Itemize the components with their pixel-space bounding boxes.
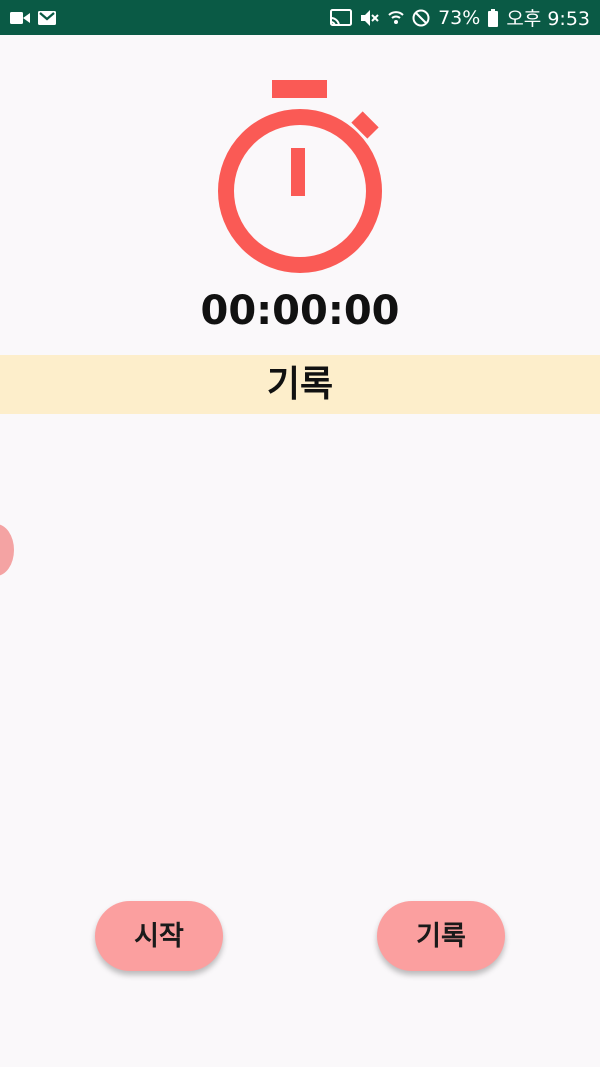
cast-icon: [330, 8, 353, 27]
status-bar-right: 73% 오후 9:53: [330, 4, 590, 31]
stopwatch-icon: [210, 70, 390, 280]
battery-percent: 73%: [438, 6, 481, 29]
do-not-disturb-icon: [412, 9, 430, 27]
battery-icon: [488, 8, 499, 27]
records-header: 기록: [0, 355, 600, 414]
start-button[interactable]: 시작: [95, 901, 223, 971]
gmail-icon: [38, 10, 56, 25]
video-camera-icon: [10, 11, 30, 25]
status-bar-left: [10, 10, 56, 25]
mute-icon: [360, 9, 380, 27]
timer-display: 00:00:00: [200, 288, 400, 334]
clock: 오후 9:53: [506, 8, 590, 30]
records-list[interactable]: [0, 414, 600, 884]
lap-record-button[interactable]: 기록: [377, 901, 505, 971]
status-bar: 73% 오후 9:53: [0, 0, 600, 35]
wifi-icon: [388, 9, 404, 27]
